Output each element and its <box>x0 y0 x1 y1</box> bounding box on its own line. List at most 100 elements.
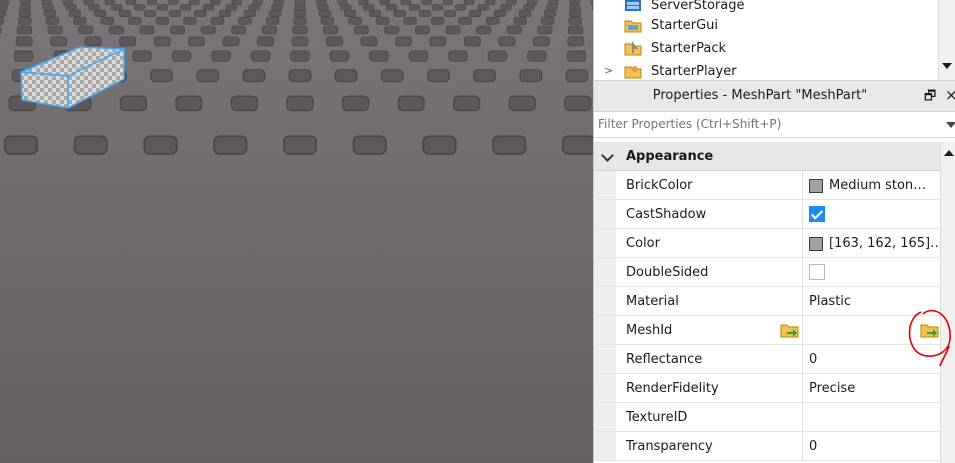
stud <box>430 17 445 25</box>
stud <box>519 69 543 83</box>
prop-row-renderfidelity[interactable]: RenderFidelity Precise <box>594 374 940 403</box>
prop-row-castshadow[interactable]: CastShadow <box>594 200 940 229</box>
stud <box>19 4 31 11</box>
stud <box>568 10 582 17</box>
stud <box>196 69 220 83</box>
prop-name: CastShadow <box>626 207 707 222</box>
prop-value[interactable]: Precise <box>809 381 855 396</box>
stud <box>422 135 457 155</box>
stud <box>73 17 87 25</box>
stud <box>463 0 475 6</box>
stud <box>150 69 173 83</box>
folder-import-icon[interactable] <box>780 321 800 339</box>
prop-value[interactable]: [163, 162, 165]… <box>829 236 943 251</box>
stud <box>261 25 277 35</box>
stud <box>288 69 312 83</box>
stud <box>543 10 557 17</box>
prop-value[interactable]: 0 <box>809 352 817 367</box>
prop-row-transparency[interactable]: Transparency 0 <box>594 432 940 461</box>
scroll-up-icon[interactable] <box>944 150 954 156</box>
scroll-down-icon[interactable] <box>942 63 952 69</box>
stud <box>132 50 152 62</box>
prop-name: MeshId <box>626 323 673 338</box>
stud <box>62 0 73 6</box>
stud <box>0 4 8 11</box>
prop-row-color[interactable]: Color [163, 162, 165]… <box>594 229 943 258</box>
explorer-item-startergui[interactable]: StarterGui <box>624 14 718 36</box>
stud <box>128 17 142 25</box>
properties-grid: Appearance BrickColor Medium ston… CastS… <box>594 142 943 461</box>
explorer-item-starterplayer[interactable]: StarterPlayer <box>624 60 737 82</box>
stud <box>323 25 339 35</box>
chevron-down-icon[interactable] <box>601 149 614 162</box>
starter-gui-icon <box>624 17 642 33</box>
stud <box>183 17 197 25</box>
stud <box>453 95 481 112</box>
stud <box>363 4 375 11</box>
stud <box>18 17 32 25</box>
stud <box>3 135 39 155</box>
prop-value[interactable]: Plastic <box>809 294 851 309</box>
stud <box>320 17 335 25</box>
stud <box>291 36 309 47</box>
viewport-3d[interactable] <box>0 0 593 463</box>
stud <box>463 36 481 47</box>
explorer-scrollbar[interactable] <box>938 0 955 80</box>
stud <box>318 10 332 17</box>
prop-row-meshid[interactable]: MeshId <box>594 316 940 345</box>
stud <box>231 25 247 35</box>
explorer-item-label: StarterPack <box>651 40 726 56</box>
prop-name: RenderFidelity <box>626 381 719 396</box>
stud <box>111 4 123 11</box>
stud <box>168 0 179 6</box>
prop-row-reflectance[interactable]: Reflectance 0 <box>594 345 940 374</box>
stud <box>47 25 63 35</box>
stud <box>273 0 285 6</box>
stud <box>268 10 282 17</box>
color-swatch[interactable] <box>809 237 823 251</box>
stud <box>78 25 94 35</box>
prop-value[interactable]: 0 <box>809 439 817 454</box>
stud <box>271 4 283 11</box>
prop-row-material[interactable]: Material Plastic <box>594 287 940 316</box>
stud <box>358 0 369 6</box>
prop-row-brickcolor[interactable]: BrickColor Medium ston… <box>594 171 940 200</box>
stud <box>189 0 200 6</box>
stud <box>380 69 404 83</box>
stud <box>50 36 68 47</box>
stud <box>41 0 52 6</box>
stud <box>431 4 444 11</box>
stud <box>527 0 538 6</box>
category-appearance[interactable]: Appearance <box>594 142 940 171</box>
stud <box>200 25 216 35</box>
color-swatch[interactable] <box>809 179 823 193</box>
filter-properties-input[interactable] <box>598 115 938 133</box>
properties-header: Properties - MeshPart "MeshPart" 🗗 × <box>594 80 955 112</box>
restore-window-icon[interactable]: 🗗 <box>924 87 936 109</box>
prop-name: Color <box>626 236 660 251</box>
prop-row-textureid[interactable]: TextureID <box>594 403 940 432</box>
stud <box>282 135 318 155</box>
stud <box>393 10 407 17</box>
prop-name: TextureID <box>626 410 688 425</box>
filter-dropdown-icon[interactable] <box>946 122 955 128</box>
stud <box>210 0 221 6</box>
stud <box>156 4 169 11</box>
castshadow-checkbox[interactable] <box>809 206 825 222</box>
explorer-item-starterpack[interactable]: StarterPack <box>624 37 726 59</box>
doublesided-checkbox[interactable] <box>809 264 825 280</box>
stud <box>218 10 232 17</box>
prop-row-doublesided[interactable]: DoubleSided <box>594 258 940 287</box>
stud <box>564 95 592 112</box>
close-icon[interactable]: × <box>945 86 955 104</box>
stud <box>408 4 421 11</box>
stud <box>414 25 430 35</box>
stud <box>143 135 178 155</box>
stud <box>153 36 171 47</box>
stud <box>20 0 31 6</box>
prop-value[interactable]: Medium ston… <box>829 178 926 193</box>
prop-name: DoubleSided <box>626 265 709 280</box>
server-storage-icon <box>624 0 642 13</box>
expand-chevron-icon[interactable]: > <box>604 64 613 77</box>
stud <box>93 10 107 17</box>
